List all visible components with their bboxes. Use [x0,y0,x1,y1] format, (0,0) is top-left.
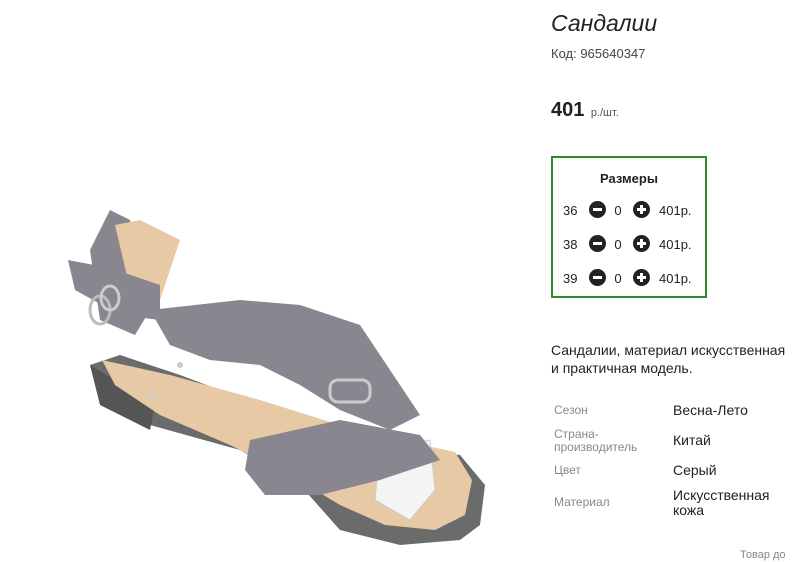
description-line: Сандалии, материал искусственная [551,342,786,358]
footer-cut-text: Товар до [740,549,786,561]
plus-icon[interactable] [633,201,650,218]
size-row: 39 0 401р. [553,268,705,288]
size-row: 38 0 401р. [553,234,705,254]
minus-icon[interactable] [589,269,606,286]
minus-icon[interactable] [589,201,606,218]
attr-label-season: Сезон [554,403,588,417]
size-label: 38 [563,237,578,252]
description-line: и практичная модель. [551,360,693,376]
product-description: Сандалии, материал искусственная и практ… [551,341,792,377]
size-label: 36 [563,203,578,218]
attr-label-line: производитель [554,440,638,454]
price-unit: р./шт. [590,107,619,119]
attr-value-color: Серый [673,462,717,478]
minus-icon[interactable] [589,235,606,252]
attr-label-color: Цвет [554,463,581,477]
product-code: Код: 965640347 [551,46,646,61]
size-price: 401р. [659,271,692,286]
size-price: 401р. [659,237,692,252]
sizes-box: Размеры 36 0 401р. 38 0 401р. 39 0 401р. [551,156,707,298]
attr-value-country: Китай [673,432,711,448]
attr-label-country: Страна- производитель [554,428,637,454]
sizes-title: Размеры [600,171,658,186]
plus-icon[interactable] [633,235,650,252]
quantity-value: 0 [614,237,622,252]
quantity-value: 0 [614,203,622,218]
product-image-area [0,0,540,562]
size-row: 36 0 401р. [553,200,705,220]
attr-value-season: Весна-Лето [673,402,748,418]
plus-icon[interactable] [633,269,650,286]
size-label: 39 [563,271,578,286]
attr-value-line: Искусственная [673,487,770,503]
attr-label-material: Материал [554,495,610,509]
size-price: 401р. [659,203,692,218]
sandal-product-image[interactable] [40,150,510,550]
attr-value-material: Искусственная кожа [673,488,770,518]
attr-value-line: кожа [673,502,705,518]
product-price: 401 р./шт. [551,99,619,122]
price-value: 401 [551,99,585,121]
product-title: Сандалии [551,10,658,36]
quantity-value: 0 [614,271,622,286]
